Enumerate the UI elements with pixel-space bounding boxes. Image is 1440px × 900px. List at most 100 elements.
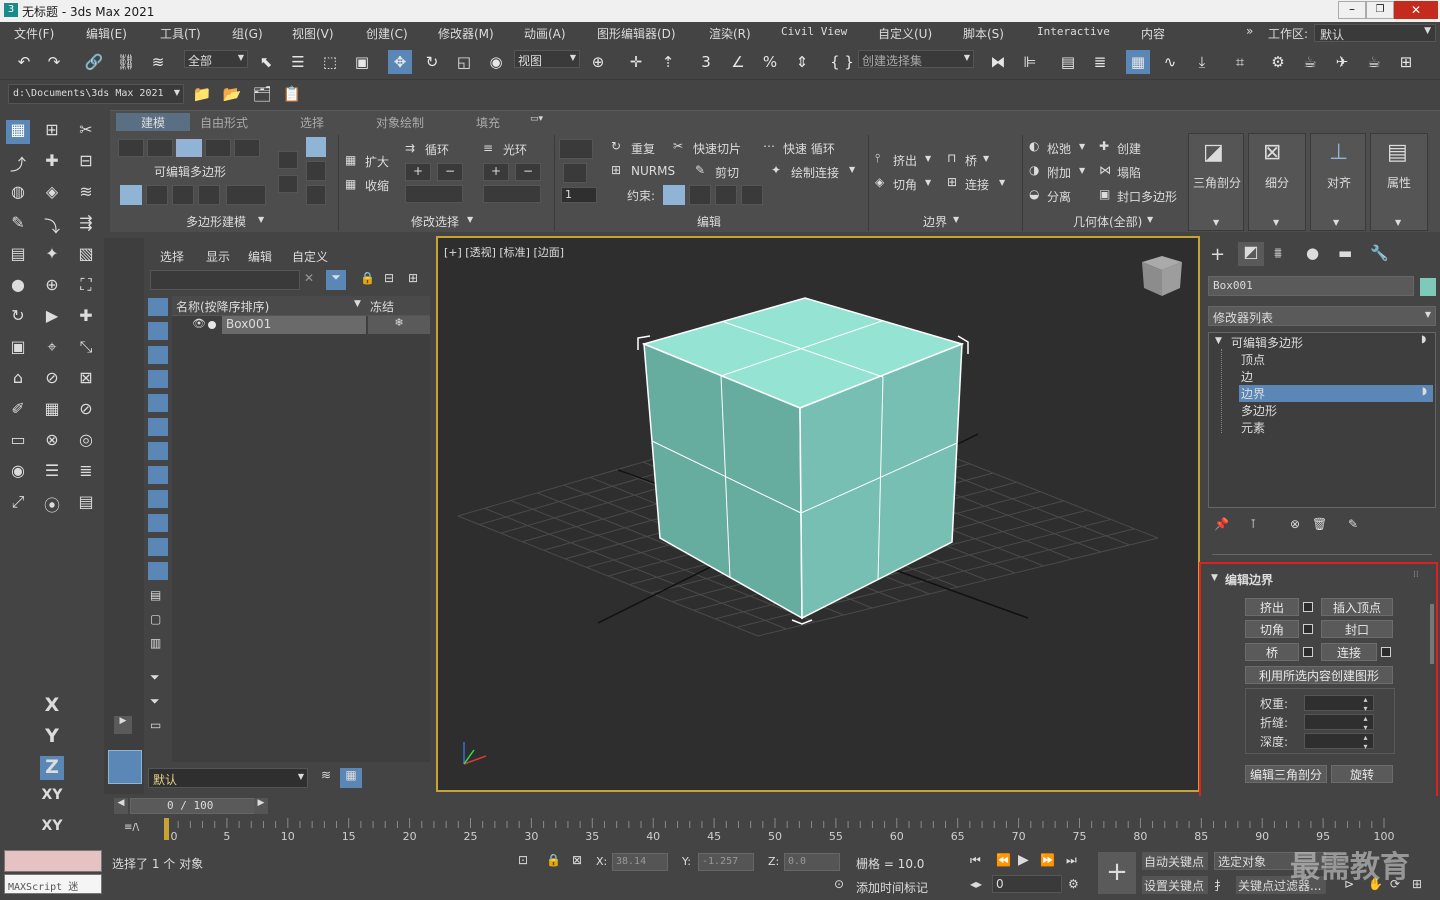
grow-label[interactable]: 扩大 [365, 153, 389, 170]
column-name-header[interactable]: 名称(按降序排序) [176, 298, 269, 315]
filter-settings-icon[interactable]: ▭ [150, 718, 161, 732]
frame-icon[interactable]: ▣ [6, 337, 30, 361]
hatch-icon[interactable]: ▧ [74, 244, 98, 268]
constraint-none-icon[interactable] [663, 185, 685, 205]
menu-icon[interactable]: ☰ [40, 461, 64, 485]
loop-shrink-icon[interactable]: − [437, 163, 463, 181]
big-button-triangulate[interactable]: ◪ 三角剖分 ▼ [1188, 133, 1244, 231]
keyboard-shortcut-icon[interactable]: ⇡ [656, 50, 680, 74]
blocked-icon[interactable]: ⊘ [40, 368, 64, 392]
menu-customize[interactable]: 自定义(U) [878, 25, 932, 42]
paint-select-icon[interactable]: ◍ [6, 182, 30, 206]
clear-search-icon[interactable]: ✕ [304, 271, 314, 285]
display-cameras-icon[interactable] [148, 370, 168, 388]
edit-pencil-icon[interactable]: ✎ [6, 213, 30, 237]
connect-label[interactable]: 连接 [965, 176, 989, 193]
ribbon-tab-populate[interactable]: 填充 [476, 114, 500, 131]
list-2-icon[interactable]: ▤ [74, 492, 98, 516]
chamfer-button[interactable]: 切角 [1245, 620, 1299, 638]
scene-explorer-toggle-icon[interactable]: ▤ [1056, 50, 1080, 74]
bind-spacewarp-icon[interactable]: ≋ [146, 50, 170, 74]
maxscript-listener-top[interactable] [4, 850, 102, 872]
stack-item-edge[interactable]: 边 [1241, 368, 1253, 385]
play-icon[interactable]: ▶ [1018, 852, 1029, 868]
detach-icon[interactable]: ◒ [1029, 187, 1039, 201]
pin-stack-icon[interactable] [306, 137, 326, 157]
stack-item-border-selected[interactable]: 边界 ◗ [1239, 385, 1433, 402]
move-icon[interactable]: ✥ [388, 50, 412, 74]
grid-2-icon[interactable]: ▦ [40, 399, 64, 423]
column-freeze-header[interactable]: 冻结 [370, 298, 394, 315]
list-icon[interactable]: ▤ [6, 244, 30, 268]
ring-icon[interactable]: ≡ [483, 141, 493, 155]
unlink-icon[interactable]: ⛓ [114, 50, 138, 74]
display-none-icon[interactable]: ▢ [150, 612, 161, 626]
axis-constraint-xy-button[interactable]: XY [40, 787, 64, 811]
display-groups-icon[interactable] [148, 442, 168, 460]
next-modifier-icon[interactable] [278, 175, 298, 193]
ribbon-toggle-icon[interactable]: ▦ [1126, 50, 1150, 74]
project-folder-icon[interactable]: 📁 [190, 82, 214, 106]
home-icon[interactable]: ⌂ [6, 368, 30, 392]
ribbon-tab-modeling[interactable]: 建模 [116, 113, 190, 131]
crease-spinner[interactable] [1304, 714, 1374, 732]
swiftloop-icon[interactable]: ⋯ [763, 139, 775, 153]
chamfer-icon[interactable]: ◈ [875, 175, 884, 189]
ring-grow-icon[interactable]: + [483, 163, 509, 181]
chevron-down-icon[interactable]: ▼ [1147, 215, 1153, 224]
curve-editor-mini-icon[interactable]: ≡/\ [124, 822, 139, 833]
repeat-label[interactable]: 重复 [631, 140, 655, 157]
layer-explorer-icon[interactable]: ≣ [1088, 50, 1112, 74]
ring-icon[interactable]: ◎ [74, 430, 98, 454]
attach-label[interactable]: 附加 [1047, 164, 1071, 181]
vertex-mode-icon[interactable] [118, 139, 144, 157]
z-coord-field[interactable]: 0.0 [784, 853, 840, 871]
cap-button[interactable]: 封口 [1321, 620, 1393, 638]
axis-constraint-icon[interactable]: ✛ [624, 50, 648, 74]
rename-icon[interactable]: ⤴ [6, 151, 30, 175]
stack-item-element[interactable]: 元素 [1241, 419, 1265, 436]
render-dot-icon[interactable] [208, 321, 216, 329]
set-key-button[interactable]: 设置关键点 [1142, 876, 1208, 894]
modify-panel-icon[interactable]: ◩ [1238, 242, 1264, 266]
ref-coord-dropdown[interactable]: 视图 ▼ [514, 50, 580, 68]
window-crossing-icon[interactable]: ▣ [350, 50, 374, 74]
stack-light-icon[interactable]: ◗ [1421, 334, 1426, 345]
menu-animation[interactable]: 动画(A) [524, 25, 566, 42]
connect-icon[interactable]: ⊞ [947, 175, 957, 189]
rotate-icon[interactable]: ↻ [420, 50, 444, 74]
ribbon-tab-object-paint[interactable]: 对象绘制 [376, 114, 424, 131]
make-unique-icon[interactable]: ⊗ [1290, 517, 1300, 531]
paintconnect-label[interactable]: 绘制连接 [791, 164, 839, 181]
snap-3d-icon[interactable]: 3 [694, 50, 718, 74]
insert-vertex-button[interactable]: 插入顶点 [1321, 598, 1393, 616]
y-coord-field[interactable]: -1.257 [698, 853, 754, 871]
quickslice-icon[interactable]: ✂ [673, 139, 683, 153]
extrude-button[interactable]: 挤出 [1245, 598, 1299, 616]
rect-selection-icon[interactable]: ⬚ [318, 50, 342, 74]
loop-label[interactable]: 循环 [425, 141, 449, 158]
menu-edit[interactable]: 编辑(E) [86, 25, 127, 42]
create-label[interactable]: 创建 [1117, 140, 1141, 157]
modifier-list-dropdown[interactable]: 修改器列表 ▼ [1208, 306, 1436, 326]
layer-dropdown[interactable]: 默认 ▼ [148, 768, 308, 788]
turn-button[interactable]: 旋转 [1331, 765, 1393, 783]
wave-icon[interactable]: ≋ [74, 182, 98, 206]
add-time-tag[interactable]: 添加时间标记 [856, 879, 928, 896]
resize-icon[interactable]: ⤢ [6, 492, 30, 516]
rectangle-icon[interactable]: ▭ [6, 430, 30, 454]
chevron-down-icon[interactable]: ▼ [925, 178, 931, 187]
shrink-label[interactable]: 收缩 [365, 177, 389, 194]
depth-spinner[interactable] [1304, 733, 1374, 751]
close-circle-icon[interactable]: ⊗ [40, 430, 64, 454]
close-button[interactable]: ✕ [1394, 1, 1438, 19]
undo-icon[interactable]: ↶ [12, 50, 36, 74]
menu-modifiers[interactable]: 修改器(M) [438, 25, 494, 42]
generate-topology-icon[interactable] [306, 161, 326, 181]
explorer-panel-toggle-icon[interactable] [108, 750, 142, 784]
ribbon-tab-freeform[interactable]: 自由形式 [200, 114, 248, 131]
project-settings-icon[interactable]: 📋 [280, 82, 304, 106]
chevron-down-icon[interactable]: ▼ [467, 215, 473, 224]
time-prev-icon[interactable]: ◀ [114, 798, 128, 814]
spinner-snap-icon[interactable]: ⇕ [790, 50, 814, 74]
